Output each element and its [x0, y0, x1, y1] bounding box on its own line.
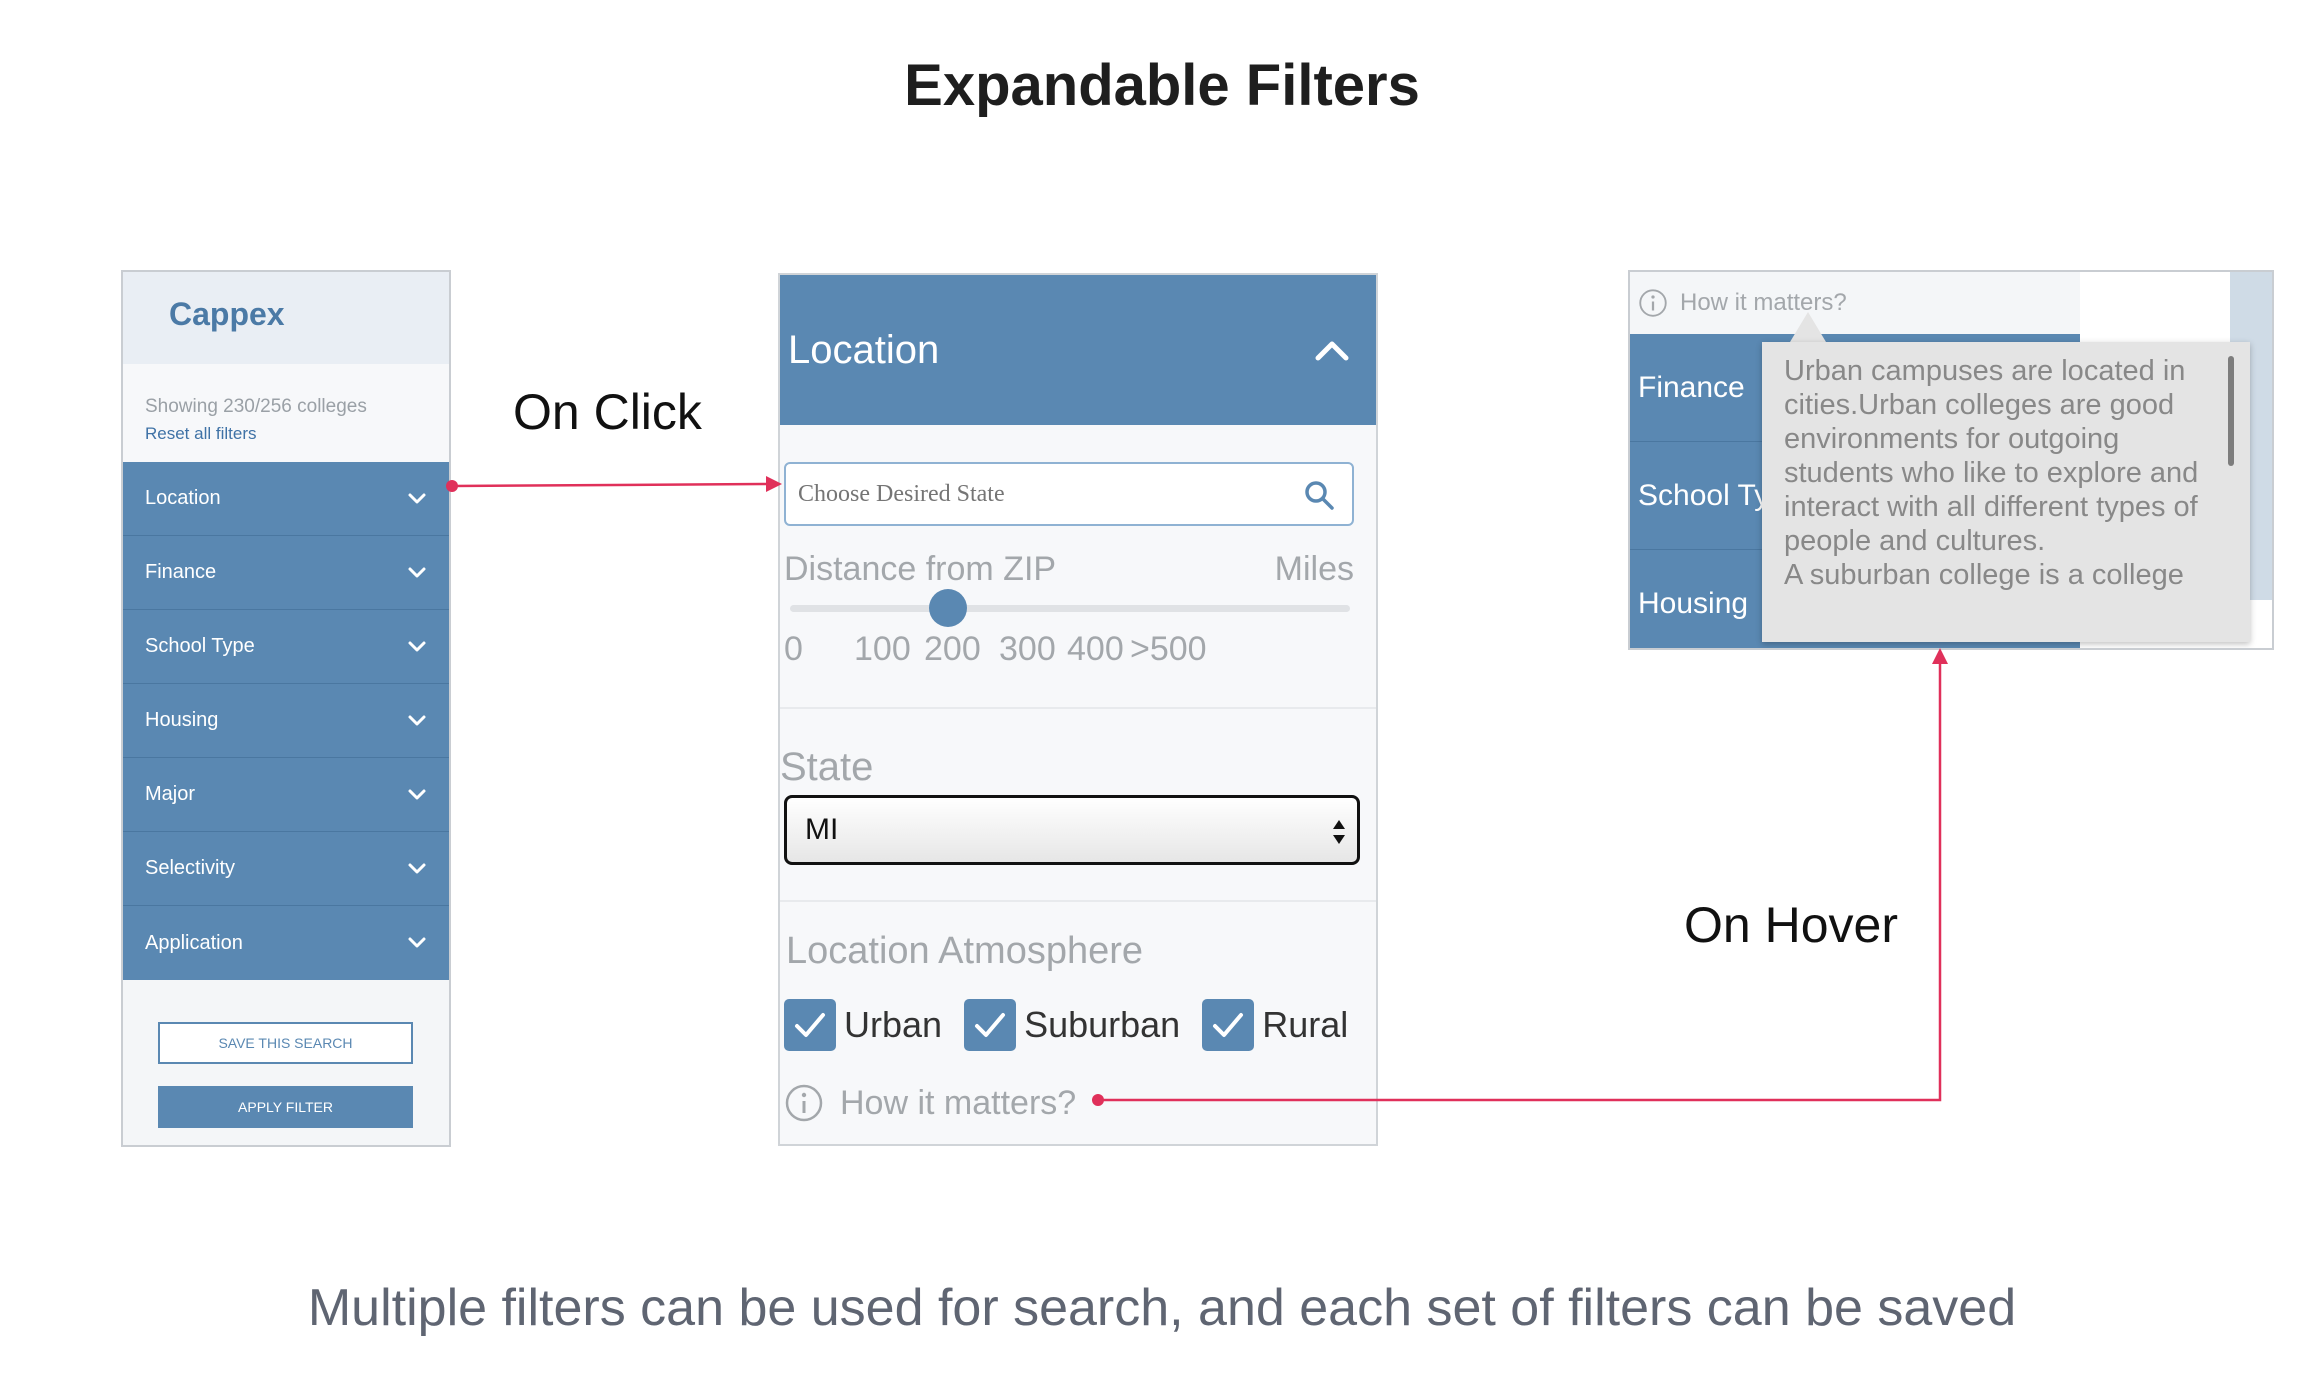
on-click-connector: [446, 476, 782, 492]
on-hover-connector: [1092, 648, 1948, 1106]
caption: Multiple filters can be used for search,…: [307, 1279, 2017, 1337]
flow-connectors: [446, 476, 1948, 1106]
